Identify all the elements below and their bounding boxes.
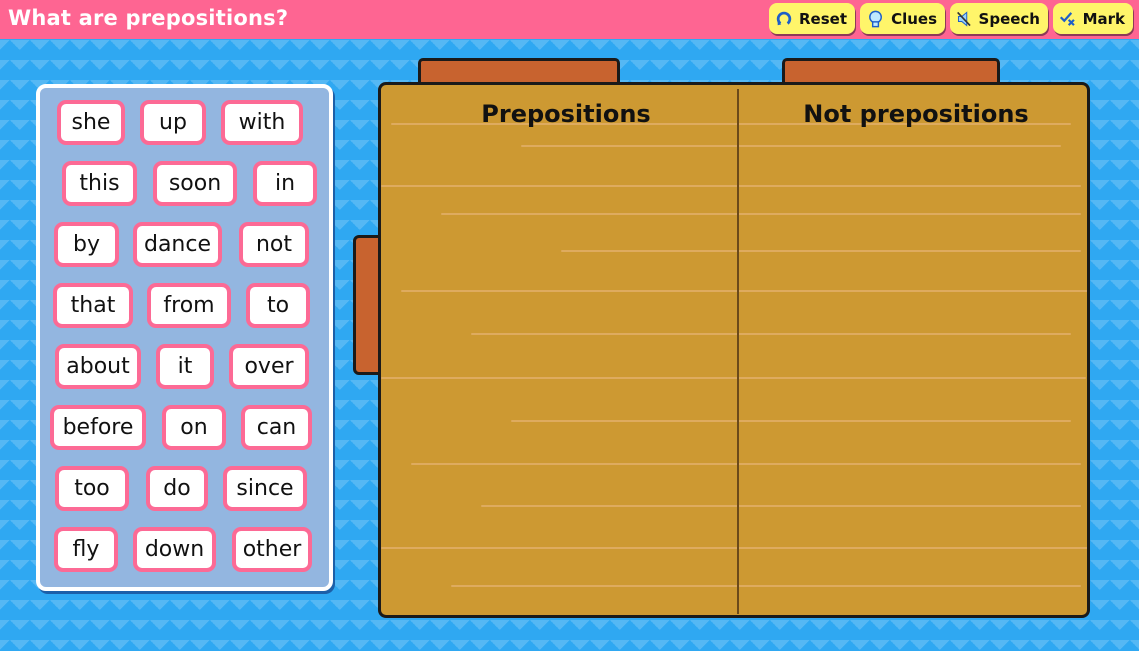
clues-button[interactable]: Clues bbox=[860, 3, 945, 34]
word-tile[interactable]: this bbox=[62, 161, 137, 206]
mark-button[interactable]: Mark bbox=[1053, 3, 1133, 34]
mark-label: Mark bbox=[1082, 9, 1125, 28]
word-tile[interactable]: with bbox=[221, 100, 303, 145]
sorting-board: Prepositions Not prepositions bbox=[350, 55, 1100, 625]
word-tile[interactable]: on bbox=[162, 405, 226, 450]
page-title: What are prepositions? bbox=[8, 6, 289, 30]
word-tile[interactable]: do bbox=[146, 466, 208, 511]
word-tile[interactable]: in bbox=[253, 161, 317, 206]
word-tile[interactable]: soon bbox=[153, 161, 237, 206]
lightbulb-icon bbox=[869, 10, 882, 27]
check-cross-icon bbox=[1059, 11, 1075, 26]
word-tile[interactable]: too bbox=[55, 466, 129, 511]
word-tile[interactable]: to bbox=[246, 283, 310, 328]
reset-button[interactable]: Reset bbox=[769, 3, 855, 34]
top-bar: What are prepositions? Reset Clues Speec… bbox=[0, 0, 1139, 39]
word-tile[interactable]: about bbox=[55, 344, 141, 389]
reset-label: Reset bbox=[799, 9, 847, 28]
board-surface: Prepositions Not prepositions bbox=[378, 82, 1090, 618]
word-tile[interactable]: dance bbox=[133, 222, 222, 267]
word-tile[interactable]: can bbox=[241, 405, 312, 450]
column-divider bbox=[737, 89, 739, 614]
speech-label: Speech bbox=[978, 9, 1040, 28]
prepositions-dropzone[interactable] bbox=[389, 145, 729, 610]
word-tile[interactable]: it bbox=[156, 344, 214, 389]
word-tile[interactable]: before bbox=[50, 405, 146, 450]
column-heading-not-prepositions: Not prepositions bbox=[803, 100, 1029, 128]
word-tile[interactable]: from bbox=[147, 283, 231, 328]
word-tile[interactable]: fly bbox=[54, 527, 118, 572]
word-tile[interactable]: by bbox=[54, 222, 119, 267]
not-prepositions-dropzone[interactable] bbox=[745, 145, 1085, 610]
word-tile[interactable]: up bbox=[140, 100, 206, 145]
column-heading-prepositions: Prepositions bbox=[481, 100, 651, 128]
speech-button[interactable]: Speech bbox=[950, 3, 1048, 34]
word-tile[interactable]: not bbox=[239, 222, 309, 267]
word-tile[interactable]: since bbox=[223, 466, 307, 511]
speaker-muted-icon bbox=[957, 10, 971, 27]
reset-icon bbox=[776, 11, 792, 25]
word-tile[interactable]: that bbox=[53, 283, 133, 328]
word-tile[interactable]: down bbox=[133, 527, 216, 572]
word-tile[interactable]: over bbox=[229, 344, 309, 389]
clues-label: Clues bbox=[891, 9, 937, 28]
word-tile[interactable]: other bbox=[232, 527, 312, 572]
word-bank: she up with this soon in by dance not th… bbox=[36, 84, 333, 591]
word-tile[interactable]: she bbox=[57, 100, 125, 145]
